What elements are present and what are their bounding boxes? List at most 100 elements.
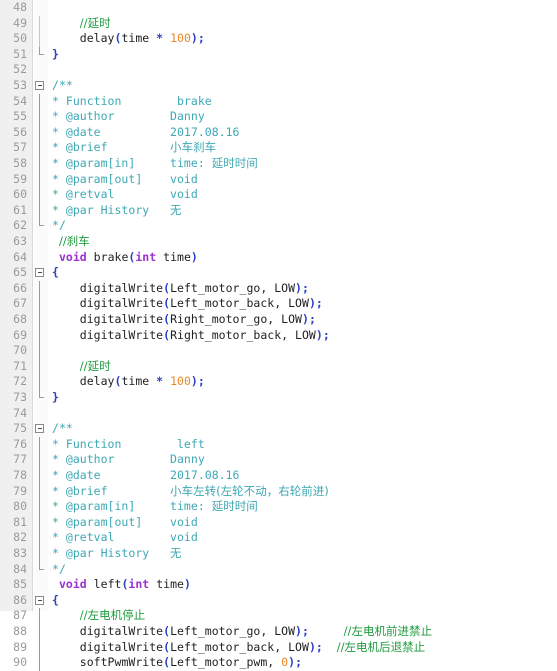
line-number: 75	[13, 421, 27, 436]
code-text: //延时	[52, 16, 111, 32]
code-text: */	[52, 218, 66, 234]
fold-toggle-icon[interactable]	[34, 421, 48, 437]
line-number: 63	[13, 234, 27, 248]
code-text: {	[52, 265, 59, 281]
fold-guide-line-icon	[34, 156, 48, 172]
fold-guide-line-icon	[34, 140, 48, 156]
fold-guide-line-icon	[34, 109, 48, 125]
line-number: 58	[13, 156, 27, 170]
line-number: 61	[13, 202, 27, 217]
code-text: /**	[52, 78, 73, 94]
fold-empty	[34, 234, 48, 250]
code-text: * @param[out] void	[52, 515, 198, 531]
code-token: digitalWrite	[79, 280, 164, 295]
code-token: 100	[170, 374, 191, 389]
code-text: }	[52, 390, 59, 406]
code-token: brake	[86, 249, 129, 264]
fold-guide-line-icon	[34, 514, 48, 531]
line-number: 67	[13, 296, 27, 311]
code-token: );	[308, 296, 323, 311]
line-number: 65	[13, 265, 27, 280]
line-number: 80	[13, 499, 27, 514]
code-text: digitalWrite(Left_motor_back, LOW);	[52, 296, 323, 312]
code-token: Left_motor_back, LOW	[170, 296, 309, 311]
fold-guide-line-icon	[34, 374, 48, 390]
code-text: void left(int time)	[52, 577, 191, 593]
code-token: digitalWrite	[79, 327, 164, 342]
line-number: 55	[13, 109, 27, 124]
code-editor-pane[interactable]: 48 49 //延时 50 delay(time * 100); 51} 52 53 /**…	[0, 0, 557, 671]
code-token: * @param[in] time:	[52, 499, 212, 514]
fold-guide-line-icon	[34, 343, 48, 359]
fold-guide-line-icon	[34, 436, 48, 453]
line-number: 50	[13, 31, 27, 46]
code-token: {	[52, 265, 59, 280]
code-text: }	[52, 47, 59, 63]
code-token: digitalWrite	[79, 639, 164, 654]
code-token: * @author Danny	[52, 452, 205, 467]
code-token: (	[163, 624, 171, 638]
code-token: 100	[170, 31, 191, 46]
code-token: );	[315, 327, 330, 342]
code-token: * @par History	[52, 546, 171, 560]
code-token: );	[302, 312, 316, 326]
line-number: 51	[13, 46, 27, 61]
fold-guide-line-icon	[34, 280, 48, 297]
code-token: 无	[170, 546, 182, 560]
code-token: digitalWrite	[79, 624, 164, 638]
code-text: * @brief 小车刹车	[52, 140, 216, 156]
fold-guide-line-icon	[34, 358, 48, 375]
fold-end-icon	[34, 218, 48, 234]
code-token: );	[288, 655, 303, 670]
code-token: * @author Danny	[52, 109, 205, 124]
line-number: 56	[13, 124, 27, 139]
code-text: * @par History 无	[52, 203, 182, 219]
line-number: 76	[13, 436, 27, 451]
code-token: }	[52, 390, 59, 404]
code-token: * @retval void	[52, 187, 198, 202]
line-number: 71	[13, 358, 27, 373]
fold-guide-line-icon	[34, 312, 48, 328]
fold-empty	[34, 577, 48, 593]
code-token: );	[190, 374, 205, 389]
fold-end-icon	[34, 390, 48, 406]
fold-guide-line-icon	[34, 530, 48, 546]
line-number: 68	[13, 312, 27, 326]
line-number: 52	[13, 62, 27, 77]
line-number: 84	[13, 561, 27, 576]
code-token: digitalWrite	[79, 312, 164, 326]
code-text: * @date 2017.08.16	[52, 125, 239, 141]
fold-toggle-icon[interactable]	[34, 265, 48, 281]
code-token: );	[190, 31, 205, 46]
fold-guide-line-icon	[34, 483, 48, 500]
code-token: * @param[out] void	[52, 514, 198, 529]
code-text: delay(time * 100);	[52, 31, 205, 47]
code-text: //延时	[52, 359, 111, 375]
fold-empty	[34, 0, 48, 16]
code-token: * @retval void	[52, 530, 198, 545]
code-token: //左电机后退禁止	[336, 639, 426, 654]
line-number: 74	[13, 405, 27, 420]
fold-toggle-icon[interactable]	[34, 593, 48, 609]
code-token: time	[121, 374, 157, 389]
code-token: );	[308, 639, 323, 654]
code-token: void	[58, 577, 87, 592]
fold-guide-line-icon	[34, 202, 48, 219]
code-text: digitalWrite(Left_motor_go, LOW); //左电机前…	[52, 624, 432, 640]
code-text: * @param[in] time: 延时时间	[52, 499, 258, 515]
line-number: 85	[13, 577, 27, 592]
code-token: (	[163, 655, 171, 670]
code-text: * Function left	[52, 437, 205, 453]
code-text: digitalWrite(Left_motor_go, LOW);	[52, 281, 309, 297]
fold-toggle-icon[interactable]	[34, 78, 48, 94]
line-number: 54	[13, 93, 27, 108]
code-token: * @param[in] time:	[52, 156, 212, 170]
code-token: * @brief	[52, 140, 171, 155]
